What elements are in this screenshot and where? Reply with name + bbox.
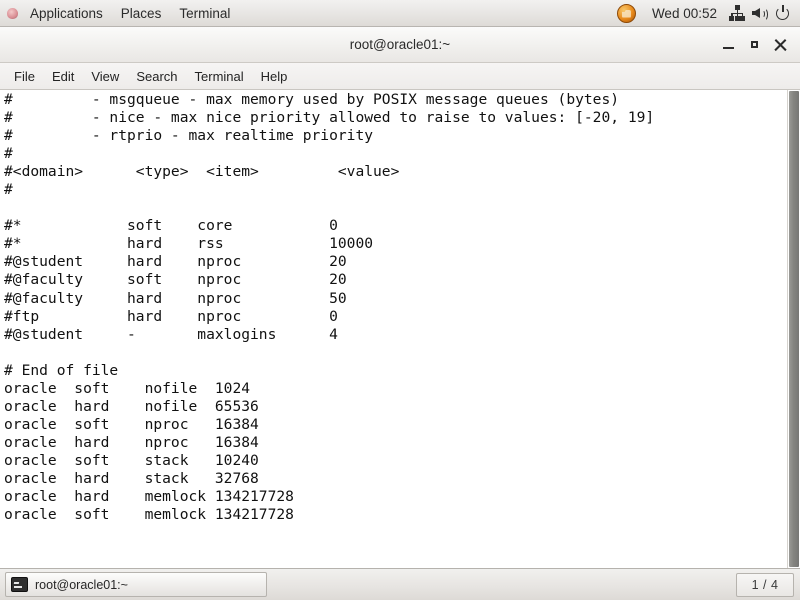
window-title: root@oracle01:~ <box>349 37 451 52</box>
taskbar-window-button[interactable]: root@oracle01:~ <box>5 572 267 597</box>
workspace-indicator-label: 1 / 4 <box>751 577 779 592</box>
desktop-screen: Applications Places Terminal Wed 00:52 r… <box>0 0 800 600</box>
panel-clock[interactable]: Wed 00:52 <box>645 4 724 23</box>
minimize-icon <box>723 46 734 49</box>
terminal-window: root@oracle01:~ File Edit View Search Te… <box>0 27 800 568</box>
panel-menu-applications[interactable]: Applications <box>22 1 111 26</box>
menu-view[interactable]: View <box>83 66 127 87</box>
menu-edit[interactable]: Edit <box>44 66 82 87</box>
taskbar-window-label: root@oracle01:~ <box>35 577 128 592</box>
maximize-icon <box>751 40 758 48</box>
terminal-content-area[interactable]: # - msgqueue - max memory used by POSIX … <box>0 90 800 568</box>
menu-file[interactable]: File <box>6 66 43 87</box>
panel-menu-terminal[interactable]: Terminal <box>171 1 238 26</box>
power-icon[interactable] <box>773 3 793 23</box>
terminal-scrollbar[interactable] <box>787 90 800 568</box>
network-icon[interactable] <box>727 3 747 23</box>
scrollbar-thumb[interactable] <box>789 91 799 567</box>
terminal-icon <box>11 577 28 592</box>
menu-terminal[interactable]: Terminal <box>187 66 252 87</box>
window-titlebar[interactable]: root@oracle01:~ <box>0 27 800 63</box>
terminal-menubar: File Edit View Search Terminal Help <box>0 63 800 90</box>
workspace-switcher[interactable]: 1 / 4 <box>736 572 794 597</box>
gnome-foot-icon <box>5 5 21 21</box>
volume-icon[interactable] <box>750 3 770 23</box>
maximize-button[interactable] <box>742 32 768 58</box>
orange-app-icon[interactable] <box>616 3 636 23</box>
window-controls <box>716 27 794 62</box>
terminal-text: # - msgqueue - max memory used by POSIX … <box>4 91 655 524</box>
menu-search[interactable]: Search <box>128 66 185 87</box>
panel-menu-places[interactable]: Places <box>113 1 170 26</box>
panel-status-area: Wed 00:52 <box>616 3 800 23</box>
gnome-bottom-panel: root@oracle01:~ 1 / 4 <box>0 568 800 600</box>
menu-help[interactable]: Help <box>253 66 296 87</box>
minimize-button[interactable] <box>716 32 742 58</box>
close-button[interactable] <box>768 32 794 58</box>
gnome-top-panel: Applications Places Terminal Wed 00:52 <box>0 0 800 27</box>
